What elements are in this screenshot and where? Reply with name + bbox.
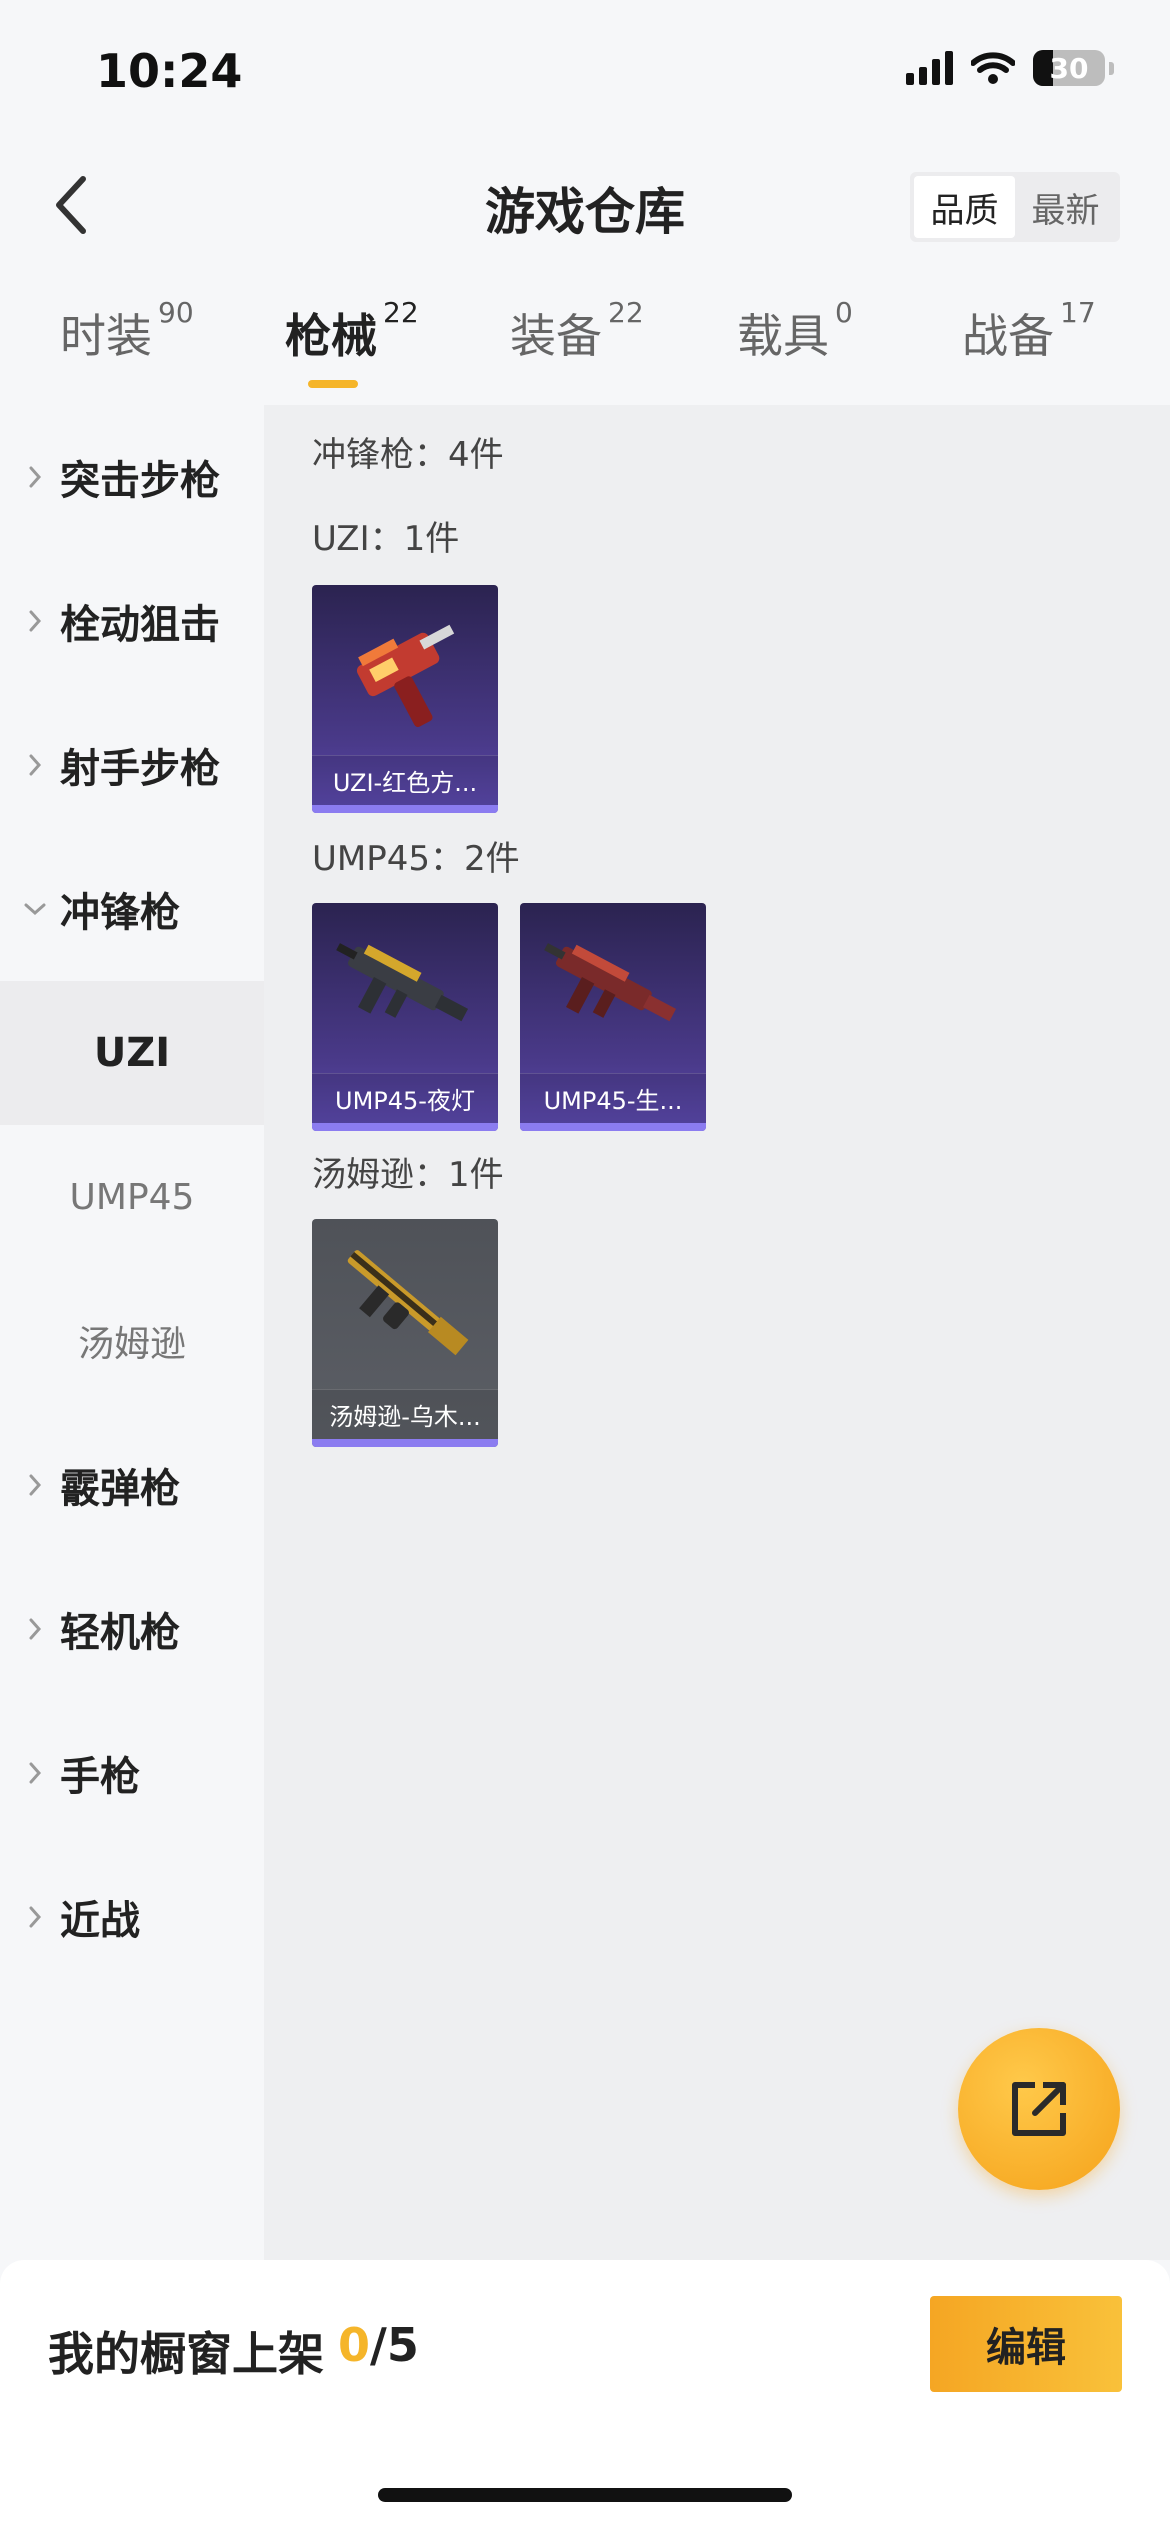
tab-count: 22 [383,296,419,329]
ump45-weapon-icon [544,943,677,1022]
item-card[interactable]: 汤姆逊-乌木... [312,1219,498,1447]
showcase-current-count: 0 [338,2318,371,2372]
tab-count: 0 [835,296,853,329]
sidebar-item-marksman-rifle[interactable]: 射手步枪 [0,693,264,837]
sort-option-newest[interactable]: 最新 [1015,176,1116,238]
sidebar-sub-item-thompson[interactable]: 汤姆逊 [0,1269,264,1413]
tab-equipment[interactable]: 装备 22 [510,296,644,366]
item-name: UMP45-生... [520,1073,706,1123]
sort-option-quality[interactable]: 品质 [914,176,1015,238]
battery-cap [1109,61,1114,75]
cellular-signal-icon [906,51,953,85]
item-grid-panel: 冲锋枪：4件 UZI：1件 UZI-红色方... UMP45：2件 UMP45-… [264,405,1170,2260]
item-card[interactable]: UZI-红色方... [312,585,498,813]
sidebar-item-label: 手枪 [60,1754,140,1800]
category-header: 冲锋枪：4件 [312,435,504,475]
tab-fashion[interactable]: 时装 90 [60,296,194,366]
chevron-right-icon [22,1760,48,1786]
tab-firearms[interactable]: 枪械 22 [285,296,419,366]
sidebar-item-pistol[interactable]: 手枪 [0,1701,264,1845]
chevron-right-icon [22,464,48,490]
sidebar-item-lmg[interactable]: 轻机枪 [0,1557,264,1701]
status-time: 10:24 [96,44,243,98]
sort-toggle: 品质 最新 [910,172,1120,242]
sidebar-sub-item-ump45[interactable]: UMP45 [0,1125,264,1269]
showcase-total-count: /5 [370,2318,419,2372]
external-link-icon [1012,2082,1066,2136]
tab-count: 17 [1060,296,1096,329]
sidebar-item-label: 近战 [60,1898,140,1944]
category-tabs: 时装 90 枪械 22 装备 22 载具 0 战备 17 [0,296,1170,405]
sidebar-item-bolt-sniper[interactable]: 栓动狙击 [0,549,264,693]
sidebar-sub-item-uzi[interactable]: UZI [0,981,264,1125]
battery-icon: 30 [1033,50,1105,86]
share-fab-button[interactable] [958,2028,1120,2190]
home-indicator [378,2488,792,2502]
status-icons: 30 [906,50,1114,86]
sidebar-item-label: 霰弹枪 [60,1466,180,1512]
chevron-right-icon [22,608,48,634]
rarity-bar [312,1439,498,1447]
sidebar-item-label: 射手步枪 [60,746,220,792]
sidebar-item-smg[interactable]: 冲锋枪 [0,837,264,981]
sidebar-item-label: 冲锋枪 [60,890,180,936]
sidebar-item-label: 轻机枪 [60,1610,180,1656]
tab-count: 22 [608,296,644,329]
tab-label: 战备 [962,309,1054,363]
wifi-icon [971,52,1015,84]
chevron-down-icon [22,896,48,922]
sidebar: 突击步枪 栓动狙击 射手步枪 冲锋枪 UZI UMP45 汤姆逊 霰弹枪 轻机枪… [0,405,264,2260]
sidebar-item-label: 突击步枪 [60,458,220,504]
tab-label: 时装 [60,309,152,363]
ump45-weapon-icon [336,943,469,1022]
item-card[interactable]: UMP45-生... [520,903,706,1131]
group-title-ump45: UMP45：2件 [312,839,520,879]
sidebar-item-assault-rifle[interactable]: 突击步枪 [0,405,264,549]
tab-label: 载具 [737,309,829,363]
item-name: UZI-红色方... [312,755,498,805]
rarity-bar [312,805,498,813]
edit-button[interactable]: 编辑 [930,2296,1122,2392]
sidebar-item-shotgun[interactable]: 霰弹枪 [0,1413,264,1557]
tab-supplies[interactable]: 战备 17 [962,296,1096,366]
sidebar-item-melee[interactable]: 近战 [0,1845,264,1989]
group-title-thompson: 汤姆逊：1件 [312,1155,504,1195]
item-card[interactable]: UMP45-夜灯 [312,903,498,1131]
tab-vehicles[interactable]: 载具 0 [737,296,853,366]
chevron-right-icon [22,1904,48,1930]
chevron-right-icon [22,1472,48,1498]
item-name: 汤姆逊-乌木... [312,1389,498,1439]
group-title-uzi: UZI：1件 [312,519,460,559]
chevron-right-icon [22,1616,48,1642]
tab-label: 枪械 [285,309,377,363]
rarity-bar [520,1123,706,1131]
thompson-weapon-icon [347,1250,469,1356]
active-tab-indicator [308,380,358,388]
uzi-weapon-icon [356,624,455,728]
sidebar-item-label: 栓动狙击 [60,602,220,648]
tab-count: 90 [158,296,194,329]
showcase-status: 我的橱窗上架 0 /5 [48,2318,419,2384]
battery-level: 30 [1049,51,1089,85]
status-bar: 10:24 30 [0,0,1170,150]
item-name: UMP45-夜灯 [312,1073,498,1123]
showcase-label: 我的橱窗上架 [48,2327,324,2381]
chevron-right-icon [22,752,48,778]
rarity-bar [312,1123,498,1131]
tab-label: 装备 [510,309,602,363]
